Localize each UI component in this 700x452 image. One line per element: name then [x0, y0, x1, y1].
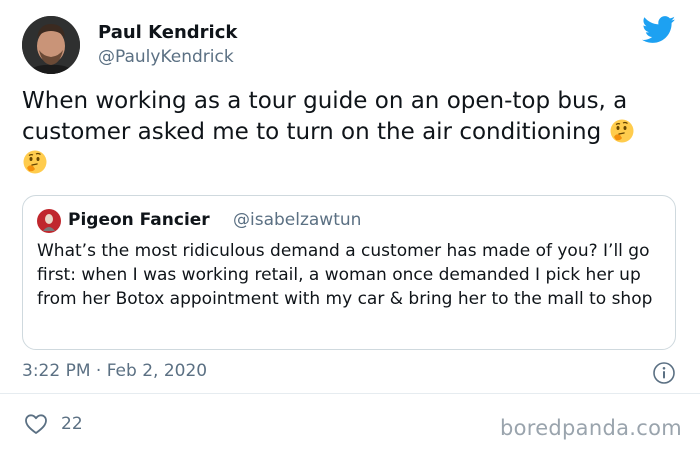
quoted-tweet-text: What’s the most ridiculous demand a cust… — [37, 241, 653, 309]
tweet-timestamp[interactable]: 3:22 PM · Feb 2, 2020 — [22, 361, 207, 381]
info-icon[interactable] — [652, 361, 676, 385]
quoted-author-handle[interactable]: @isabelzawtun — [233, 210, 361, 230]
quoted-tweet-card[interactable]: Pigeon Fancier @isabelzawtun What’s the … — [22, 195, 676, 350]
author-name[interactable]: Paul Kendrick — [98, 22, 237, 43]
twitter-bird-icon — [642, 16, 676, 43]
author-handle[interactable]: @PaulyKendrick — [98, 47, 234, 67]
like-count: 22 — [61, 414, 83, 434]
quoted-author-avatar[interactable] — [37, 209, 61, 233]
tweet-body: When working as a tour guide on an open-… — [22, 88, 628, 145]
heart-icon[interactable] — [24, 413, 48, 435]
quoted-author-name[interactable]: Pigeon Fancier — [68, 210, 210, 230]
divider — [0, 393, 700, 394]
tweet-text: When working as a tour guide on an open-… — [22, 86, 682, 179]
avatar-photo — [22, 16, 80, 74]
thinking-face-emoji-icon — [610, 119, 634, 143]
author-avatar[interactable] — [22, 16, 80, 74]
watermark: boredpanda.com — [499, 416, 682, 440]
thinking-face-emoji-icon — [23, 150, 47, 174]
